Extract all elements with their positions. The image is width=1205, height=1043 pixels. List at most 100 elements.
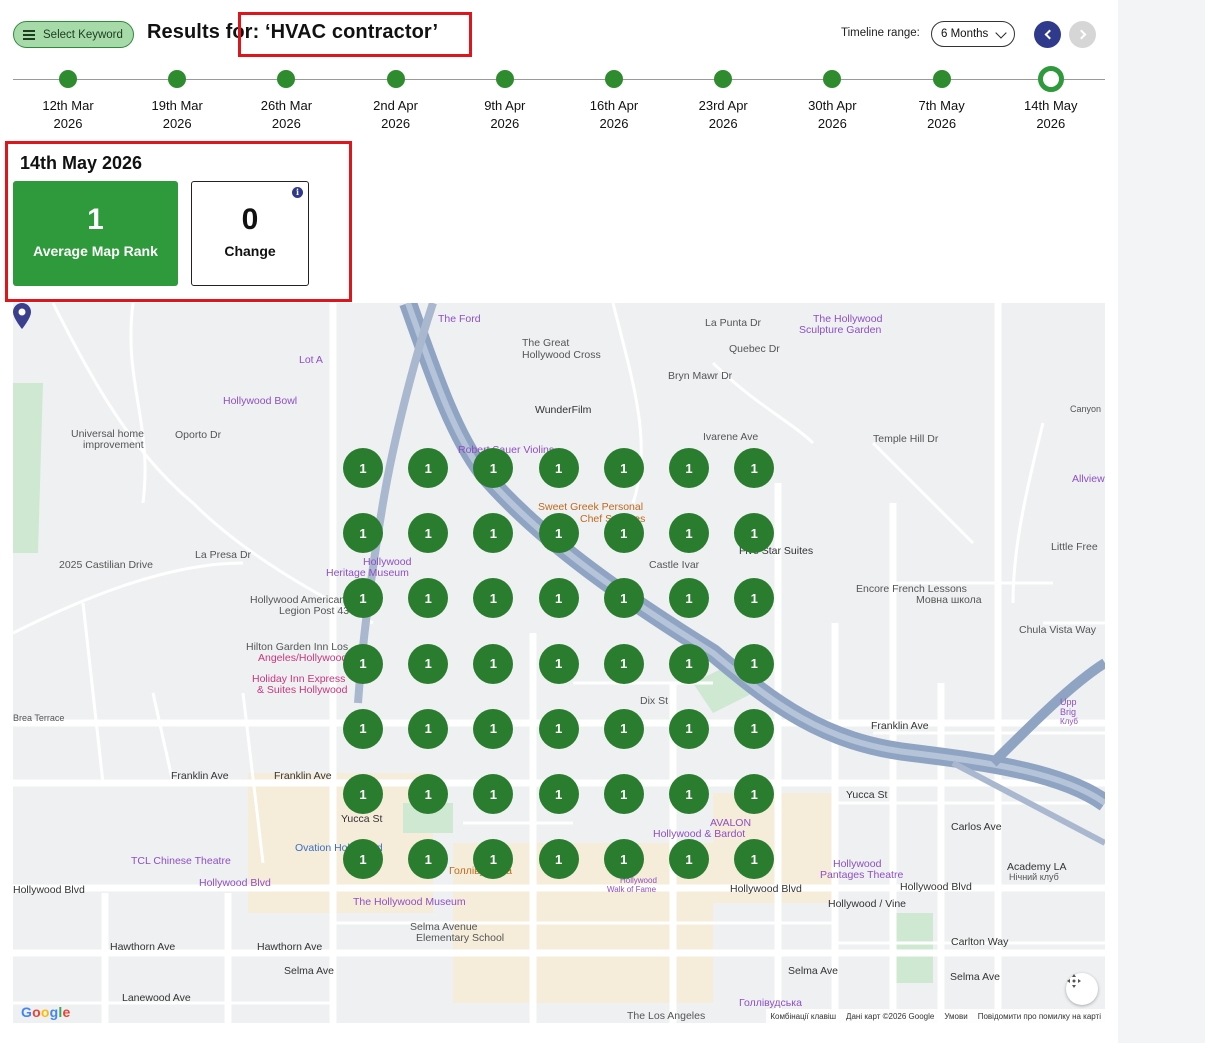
rank-pin[interactable]: 1 [603,448,644,488]
timeline-item[interactable]: 12th Mar 2026 [23,70,113,133]
timeline-dot[interactable] [386,70,405,88]
timeline-item[interactable]: 19th Mar 2026 [132,70,222,133]
attribution-terms[interactable]: Умови [944,1012,967,1021]
rank-pin[interactable]: 1 [538,578,579,619]
rank-pin[interactable]: 1 [538,839,579,880]
map[interactable]: The Ford La Punta Dr The Hollywood Sculp… [13,303,1105,1023]
rank-pin[interactable]: 1 [669,513,709,554]
attribution-report[interactable]: Повідомити про помилку на карті [978,1012,1101,1021]
timeline-dot[interactable] [59,70,77,88]
timeline-dot[interactable] [495,70,514,88]
timeline-date-year: 2026 [381,116,411,131]
rank-pin[interactable]: 1 [538,513,579,554]
map-label: Carlos Ave [951,821,1002,833]
timeline-item[interactable]: 23rd Apr 2026 [678,70,768,133]
rank-pin[interactable]: 1 [343,708,383,749]
rank-pin[interactable]: 1 [408,643,449,684]
rank-pin[interactable]: 1 [603,774,644,814]
recenter-button[interactable] [1066,973,1098,1005]
timeline-dot[interactable] [277,70,296,88]
rank-pin[interactable]: 1 [538,708,579,749]
rank-pin[interactable]: 1 [603,513,644,554]
timeline-dot[interactable] [932,70,951,88]
rank-pin[interactable]: 1 [669,448,709,488]
timeline-date-year: 2026 [927,116,957,131]
rank-pin[interactable]: 1 [669,708,709,749]
map-label: Lot A [299,354,323,366]
timeline-dot[interactable] [823,70,842,88]
timeline-date-year: 2026 [599,116,629,131]
timeline-date-label: 2nd Apr 2026 [351,97,441,133]
rank-pin[interactable]: 1 [669,839,709,880]
timeline-range-label: Timeline range: [841,27,920,39]
map-label: Heritage Museum [326,567,409,579]
rank-pin[interactable]: 1 [473,708,514,749]
rank-pin[interactable]: 1 [343,643,383,684]
list-icon [23,29,35,40]
map-label: Hawthorn Ave [257,941,323,953]
map-label: Chula Vista Way [1019,624,1097,636]
map-label: Canyon [1070,404,1102,414]
map-label: Sweet Greek Personal [538,501,644,513]
timeline-dot[interactable] [1037,66,1064,92]
timeline-item[interactable]: 7th May 2026 [897,70,987,133]
map-label: Selma Ave [950,971,1001,983]
rank-pin[interactable]: 1 [343,839,383,880]
rank-pin[interactable]: 1 [669,774,709,814]
map-label: Yucca St [846,789,888,801]
timeline-item[interactable]: 16th Apr 2026 [569,70,659,133]
timeline-dot[interactable] [714,70,733,88]
timeline-date-year: 2026 [490,116,520,131]
rank-pin[interactable]: 1 [538,774,579,814]
location-pin-icon[interactable] [13,303,31,329]
rank-pin[interactable]: 1 [538,643,579,684]
attribution-shortcuts[interactable]: Комбінації клавіш [770,1012,836,1021]
rank-pin[interactable]: 1 [734,774,775,814]
rank-pin[interactable]: 1 [538,448,579,488]
right-gutter [1118,0,1205,1043]
map-label: Upp [1060,697,1077,707]
map-label: Brig [1060,707,1077,717]
map-label: Angeles/Hollywood [258,652,348,664]
change-card: i 0 Change [191,181,309,286]
timeline-dot[interactable] [605,70,623,88]
next-button[interactable] [1069,21,1096,48]
rank-pin[interactable]: 1 [734,708,775,749]
info-icon[interactable]: i [292,187,303,198]
rank-pin[interactable]: 1 [343,513,383,554]
timeline-item[interactable]: 2nd Apr 2026 [351,70,441,133]
previous-button[interactable] [1034,21,1061,48]
timeline-date-year: 2026 [708,116,738,131]
average-rank-value: 1 [87,203,104,236]
timeline-date-day: 26th Mar [260,98,313,113]
google-logo: Google [21,1004,71,1020]
timeline-date-year: 2026 [162,116,192,131]
rank-pin[interactable]: 1 [408,448,449,488]
timeline-date-day: 23rd Apr [698,98,748,113]
timeline-item[interactable]: 26th Mar 2026 [241,70,331,133]
rank-pin[interactable]: 1 [408,774,449,814]
timeline-range-select[interactable]: 6 Months [931,21,1015,47]
rank-pin[interactable]: 1 [603,839,644,880]
rank-pin[interactable]: 1 [669,643,709,684]
rank-pin[interactable]: 1 [343,774,383,814]
timeline-item[interactable]: 30th Apr 2026 [787,70,877,133]
rank-pin[interactable]: 1 [603,643,644,684]
chevron-left-icon [1044,29,1054,40]
rank-pin[interactable]: 1 [603,578,644,619]
map-label: Quebec Dr [729,343,780,355]
timeline-item[interactable]: 9th Apr 2026 [460,70,550,133]
rank-pin[interactable]: 1 [603,708,644,749]
select-keyword-button[interactable]: Select Keyword [13,21,134,48]
timeline-date-label: 12th Mar 2026 [23,97,113,133]
rank-pin[interactable]: 1 [343,448,383,488]
rank-pin[interactable]: 1 [734,448,775,488]
rank-pin[interactable]: 1 [473,643,514,684]
timeline-date-label: 14th May 2026 [1006,97,1096,133]
timeline-date-day: 7th May [918,98,965,113]
attribution-data: Дані карт ©2026 Google [846,1011,935,1021]
rank-pin[interactable]: 1 [408,708,449,749]
timeline-dot[interactable] [168,70,187,88]
rank-pin[interactable]: 1 [734,643,775,684]
timeline-item[interactable]: 14th May 2026 [1006,66,1096,133]
